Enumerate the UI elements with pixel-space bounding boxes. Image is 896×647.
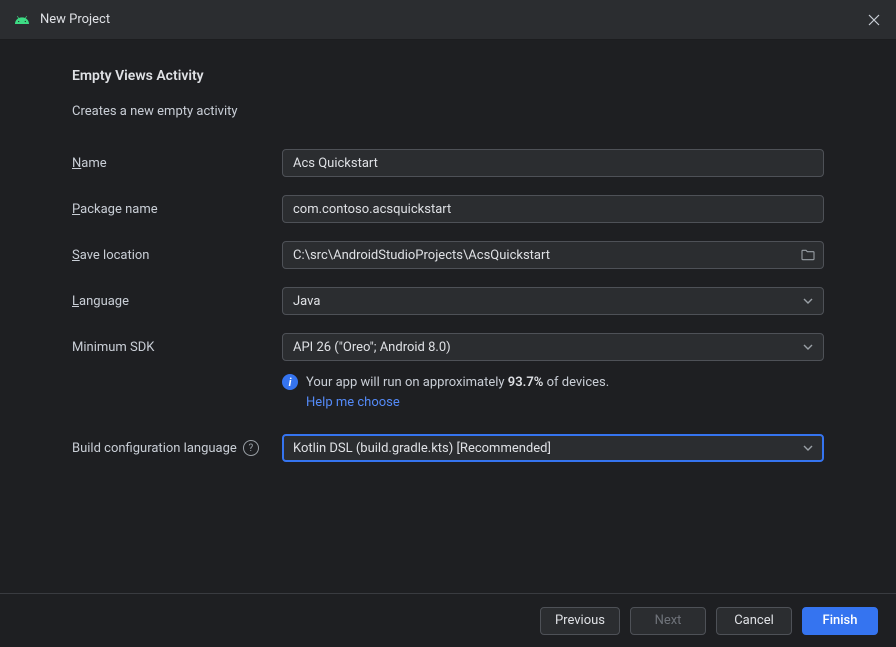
next-button[interactable]: Next <box>630 607 706 635</box>
help-me-choose-link[interactable]: Help me choose <box>306 395 400 410</box>
row-min-sdk: Minimum SDK API 26 ("Oreo"; Android 8.0) <box>72 333 824 361</box>
label-min-sdk: Minimum SDK <box>72 340 282 355</box>
language-value: Java <box>293 294 320 309</box>
label-language: Language <box>72 294 282 309</box>
close-icon[interactable] <box>862 8 886 32</box>
footer: Previous Next Cancel Finish <box>0 593 896 647</box>
language-select[interactable]: Java <box>282 287 824 315</box>
info-icon: i <box>282 374 298 390</box>
chevron-down-icon <box>803 296 813 306</box>
chevron-down-icon <box>803 443 813 453</box>
previous-button[interactable]: Previous <box>540 607 620 635</box>
folder-icon[interactable] <box>800 247 816 263</box>
finish-button[interactable]: Finish <box>802 607 878 635</box>
help-icon[interactable]: ? <box>243 440 259 456</box>
row-language: Language Java <box>72 287 824 315</box>
titlebar: New Project <box>0 0 896 40</box>
row-package: Package name <box>72 195 824 223</box>
window-title: New Project <box>40 12 110 27</box>
label-package: Package name <box>72 202 282 217</box>
min-sdk-value: API 26 ("Oreo"; Android 8.0) <box>293 340 451 355</box>
row-name: Name <box>72 149 824 177</box>
page-title: Empty Views Activity <box>72 68 824 84</box>
chevron-down-icon <box>803 342 813 352</box>
android-icon <box>14 12 30 28</box>
label-save-location: Save location <box>72 248 282 263</box>
dialog-body: Empty Views Activity Creates a new empty… <box>0 40 896 593</box>
build-config-value: Kotlin DSL (build.gradle.kts) [Recommend… <box>293 441 551 456</box>
package-input[interactable] <box>282 195 824 223</box>
min-sdk-select[interactable]: API 26 ("Oreo"; Android 8.0) <box>282 333 824 361</box>
sdk-info-text: Your app will run on approximately 93.7%… <box>306 373 609 412</box>
name-input[interactable] <box>282 149 824 177</box>
row-build-config: Build configuration language ? Kotlin DS… <box>72 434 824 462</box>
cancel-button[interactable]: Cancel <box>716 607 792 635</box>
label-build-config: Build configuration language ? <box>72 440 282 456</box>
save-location-input[interactable] <box>282 241 824 269</box>
page-description: Creates a new empty activity <box>72 104 824 119</box>
row-save-location: Save location <box>72 241 824 269</box>
label-name: Name <box>72 156 282 171</box>
sdk-info: i Your app will run on approximately 93.… <box>282 373 824 412</box>
build-config-select[interactable]: Kotlin DSL (build.gradle.kts) [Recommend… <box>282 434 824 462</box>
